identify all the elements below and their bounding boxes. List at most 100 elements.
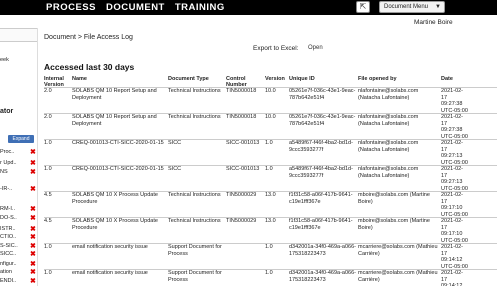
- nav-training[interactable]: TRAINING: [175, 1, 225, 14]
- sidebar-item[interactable]: r Upd.. ✖: [0, 159, 37, 168]
- cell-unique-id: d342001a-34f0-469a-a066-175318223473: [289, 270, 356, 283]
- cell-date: 2021-02-17 09:14:12 UTC-05:00: [441, 244, 468, 270]
- sidebar-item[interactable]: -IR-.. ✖: [0, 185, 37, 194]
- remove-icon[interactable]: ✖: [30, 214, 36, 222]
- sidebar-item-label: SICC..: [0, 251, 17, 257]
- col-header-unique-id[interactable]: Unique ID: [289, 76, 315, 82]
- cell-control-number: TIN5000029: [226, 218, 257, 224]
- remove-icon[interactable]: ✖: [30, 277, 36, 285]
- cell-unique-id: 05261e7f-036c-43e1-9eac-787b642e51f4: [289, 88, 356, 101]
- cell-document-type: SICC: [168, 166, 182, 172]
- document-menu-select[interactable]: Document Menu ▼: [379, 1, 445, 13]
- cell-version: 1.0: [265, 244, 273, 250]
- sidebar-item[interactable]: NS ✖: [0, 168, 37, 177]
- cell-control-number: SICC-001013: [226, 166, 260, 172]
- remove-icon[interactable]: ✖: [30, 233, 36, 241]
- cell-document-type: SICC: [168, 140, 182, 146]
- col-header-name[interactable]: Name: [72, 76, 87, 82]
- cell-internal-version: 2.0: [44, 88, 52, 94]
- col-header-file-opened-by[interactable]: File opened by: [358, 76, 397, 82]
- nav-document[interactable]: DOCUMENT: [106, 1, 165, 14]
- sidebar-item[interactable]: ation ✖: [0, 268, 37, 277]
- cell-opened-by: mcarriere@solabs.com (Mathieu Carrière): [358, 270, 438, 283]
- export-label: Export to Excel:: [253, 45, 299, 52]
- current-user: Martine Boire: [414, 19, 453, 26]
- cell-document-type: Technical Instructions: [168, 114, 221, 120]
- cell-date: 2021-02-17 09:14:12: [441, 270, 464, 286]
- cell-date: 2021-02-17 09:27:38 UTC-05:00: [441, 88, 468, 114]
- cell-unique-id: f1f31c58-a06f-417b-9641-c19e1fff367e: [289, 192, 353, 205]
- top-nav-bar: PROCESS DOCUMENT TRAINING ⇱ Document Men…: [0, 0, 497, 15]
- remove-icon[interactable]: ✖: [30, 260, 36, 268]
- cell-date: 2021-02-17 09:27:13 UTC-05:00: [441, 166, 468, 192]
- cell-control-number: TIN5000018: [226, 88, 257, 94]
- sidebar-item-label: RM-I..: [0, 206, 15, 212]
- cell-internal-version: 1.0: [44, 270, 52, 276]
- cell-doc-name: email notification security issue: [72, 270, 148, 276]
- cell-internal-version: 4.5: [44, 218, 52, 224]
- sidebar-item-label: ISTR..: [0, 226, 16, 232]
- col-header-date[interactable]: Date: [441, 76, 453, 82]
- col-header-document-type[interactable]: Document Type: [168, 76, 209, 82]
- remove-icon[interactable]: ✖: [30, 205, 36, 213]
- sidebar-heading: ator: [0, 108, 14, 115]
- remove-icon[interactable]: ✖: [30, 268, 36, 276]
- cell-document-type: Technical Instructions: [168, 218, 221, 224]
- sidebar-item[interactable]: SICC.. ✖: [0, 250, 37, 259]
- main-nav: PROCESS DOCUMENT TRAINING: [46, 1, 225, 14]
- export-open-link[interactable]: Open: [308, 45, 323, 51]
- cell-opened-by: mboire@solabs.com (Martine Boire): [358, 218, 430, 231]
- document-menu-label: Document Menu: [384, 4, 429, 10]
- cell-document-type: Technical Instructions: [168, 88, 221, 94]
- chevron-down-icon: ▼: [435, 4, 441, 10]
- cell-unique-id: d342001a-34f0-469a-a066-175318223473: [289, 244, 356, 257]
- sidebar-item[interactable]: ENDI.. ✖: [0, 277, 37, 286]
- remove-icon[interactable]: ✖: [30, 250, 36, 258]
- cell-document-type: Technical Instructions: [168, 192, 221, 198]
- breadcrumb: Document > File Access Log: [44, 34, 133, 41]
- cell-date: 2021-02-17 09:17:10 UTC-05:00: [441, 192, 468, 218]
- sidebar-item-label: S-SIC..: [0, 243, 18, 249]
- cell-date: 2021-02-17 09:17:10 UTC-05:00: [441, 218, 468, 244]
- expand-button[interactable]: Expand: [8, 135, 34, 143]
- cell-date: 2021-02-17 09:27:38 UTC-05:00: [441, 114, 468, 140]
- cell-version: 13.0: [265, 192, 276, 198]
- cell-doc-name: SOLABS QM 10 Report Setup and Deployment: [72, 114, 157, 127]
- cell-doc-name: CREQ-001013-CTI-SICC-2020-01-15: [72, 166, 164, 172]
- cell-unique-id: a5489f67-f46f-4ba2-bd1d-9ccc3593277f: [289, 166, 353, 179]
- cell-opened-by: mcarriere@solabs.com (Mathieu Carrière): [358, 244, 438, 257]
- remove-icon[interactable]: ✖: [30, 185, 36, 193]
- cell-doc-name: SOLABS QM 10 X Process Update Procedure: [72, 218, 158, 231]
- sidebar-text-week: eek: [0, 57, 9, 63]
- sidebar-item[interactable]: RM-I.. ✖: [0, 205, 37, 214]
- cell-opened-by: nlafontaine@solabs.com (Natacha Lafontai…: [358, 166, 419, 179]
- remove-icon[interactable]: ✖: [30, 159, 36, 167]
- sidebar-item[interactable]: DO-S.. ✖: [0, 214, 37, 223]
- cell-internal-version: 1.0: [44, 166, 52, 172]
- remove-icon[interactable]: ✖: [30, 242, 36, 250]
- sidebar-item-label: -IR-..: [0, 186, 13, 192]
- remove-icon[interactable]: ✖: [30, 168, 36, 176]
- cell-internal-version: 1.0: [44, 244, 52, 250]
- cell-opened-by: mboire@solabs.com (Martine Boire): [358, 192, 430, 205]
- cell-control-number: TIN5000029: [226, 192, 257, 198]
- col-header-version[interactable]: Version: [265, 76, 285, 82]
- sidebar-search-input[interactable]: [0, 28, 37, 42]
- sidebar-item[interactable]: Proc.. ✖: [0, 148, 37, 157]
- sidebar-item[interactable]: CTIO.. ✖: [0, 233, 37, 242]
- cell-opened-by: nlafontaine@solabs.com (Natacha Lafontai…: [358, 114, 419, 127]
- sidebar-item-label: Proc..: [0, 149, 15, 155]
- section-title: Accessed last 30 days: [44, 62, 135, 72]
- cell-unique-id: 05261e7f-036c-43e1-9eac-787b642e51f4: [289, 114, 356, 127]
- export-icon[interactable]: ⇱: [356, 1, 370, 13]
- cell-version: 10.0: [265, 88, 276, 94]
- cell-unique-id: a5489f67-f46f-4ba2-bd1d-9ccc3593277f: [289, 140, 353, 153]
- cell-date: 2021-02-17 09:27:13 UTC-05:00: [441, 140, 468, 166]
- cell-doc-name: SOLABS QM 10 X Process Update Procedure: [72, 192, 158, 205]
- cell-doc-name: email notification security issue: [72, 244, 148, 250]
- remove-icon[interactable]: ✖: [30, 225, 36, 233]
- sidebar-item-label: ENDI..: [0, 278, 17, 284]
- remove-icon[interactable]: ✖: [30, 148, 36, 156]
- nav-process[interactable]: PROCESS: [46, 1, 96, 14]
- cell-internal-version: 2.0: [44, 114, 52, 120]
